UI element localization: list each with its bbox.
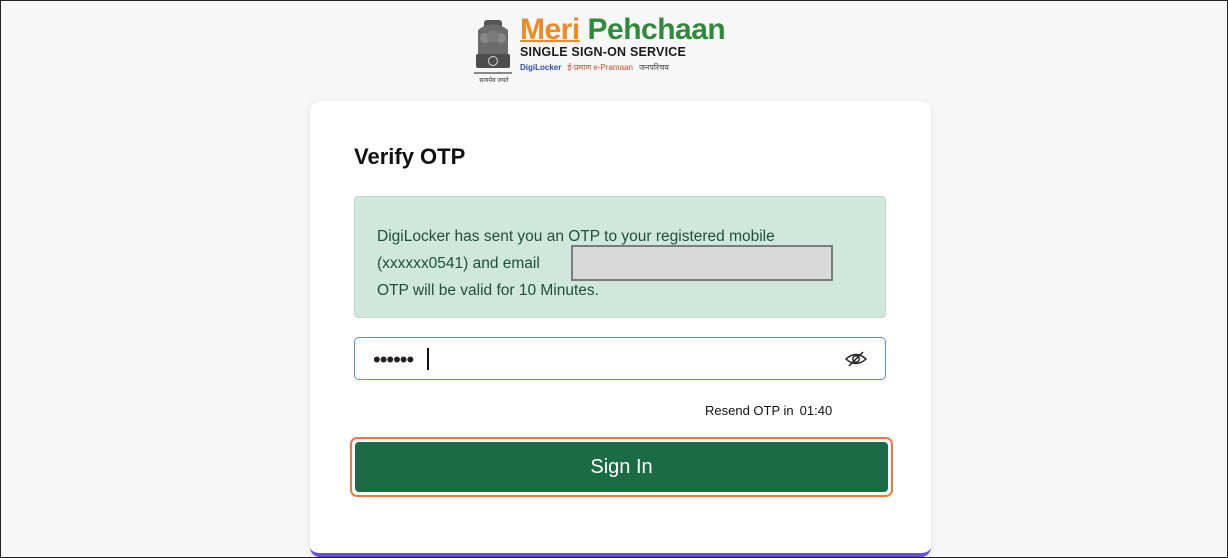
alert-line-3: OTP will be valid for 10 Minutes.	[377, 282, 599, 299]
verify-otp-card: Verify OTP DigiLocker has sent you an OT…	[310, 101, 931, 557]
janparichay-logo: जनपरिचय	[638, 63, 669, 72]
redacted-email-box	[571, 245, 833, 281]
brand-block: Meri Pehchaan SINGLE SIGN-ON SERVICE Dig…	[520, 13, 726, 73]
resend-countdown: 01:40	[799, 403, 833, 418]
resend-otp-timer: Resend OTP in 01:40	[705, 403, 832, 418]
eye-slash-icon[interactable]	[845, 350, 867, 368]
signin-button[interactable]: Sign In	[355, 442, 888, 492]
emblem-caption: सत्यमेव जयते	[479, 78, 509, 84]
digilocker-logo: DigiLocker	[520, 63, 562, 72]
brand-subtitle: SINGLE SIGN-ON SERVICE	[520, 45, 687, 59]
signin-focus-ring: Sign In	[350, 437, 893, 497]
otp-input[interactable]: ••••••	[354, 337, 886, 380]
brand-title-pehchaan: Pehchaan	[587, 13, 726, 46]
brand-title-meri: Meri	[520, 13, 580, 46]
resend-otp-label: Resend OTP in	[705, 403, 794, 418]
otp-info-alert: DigiLocker has sent you an OTP to your r…	[354, 196, 886, 318]
brand-title: Meri Pehchaan	[520, 13, 726, 46]
otp-masked-value: ••••••	[373, 347, 414, 372]
partner-logos: DigiLocker ई-प्रमाण e-Pramaan जनपरिचय	[520, 62, 725, 73]
text-cursor	[427, 348, 429, 370]
epramaan-logo: ई-प्रमाण e-Pramaan	[567, 63, 633, 72]
meri-pehchaan-logo: सत्यमेव जयते Meri Pehchaan SINGLE SIGN-O…	[470, 14, 770, 86]
page-title: Verify OTP	[354, 144, 466, 169]
